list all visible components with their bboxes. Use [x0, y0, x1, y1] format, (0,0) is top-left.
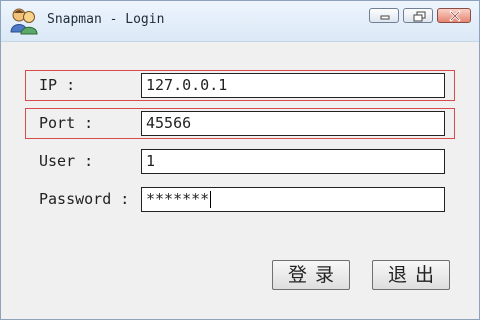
login-window: Snapman - Login IP : 127.0.0.1 Port : 45… — [0, 0, 480, 320]
title-bar[interactable]: Snapman - Login — [1, 1, 479, 42]
users-icon — [10, 8, 38, 35]
maximize-icon — [413, 11, 426, 22]
ip-field[interactable]: 127.0.0.1 — [141, 73, 445, 98]
user-label: User : — [39, 152, 94, 170]
minimize-icon — [380, 15, 390, 20]
exit-button[interactable]: 退出 — [372, 260, 450, 290]
password-field[interactable]: ******* — [141, 187, 445, 212]
close-icon — [449, 10, 461, 22]
ip-label: IP : — [39, 76, 76, 94]
window-title: Snapman - Login — [47, 12, 165, 27]
port-field[interactable]: 45566 — [141, 111, 445, 136]
minimize-button[interactable] — [369, 8, 399, 23]
user-field[interactable]: 1 — [141, 149, 445, 174]
text-caret — [210, 191, 212, 208]
port-label: Port : — [39, 114, 94, 132]
login-button[interactable]: 登录 — [272, 260, 350, 290]
password-label: Password : — [39, 190, 130, 208]
password-mask: ******* — [146, 190, 210, 208]
close-button[interactable] — [437, 8, 471, 23]
maximize-button[interactable] — [403, 8, 433, 23]
